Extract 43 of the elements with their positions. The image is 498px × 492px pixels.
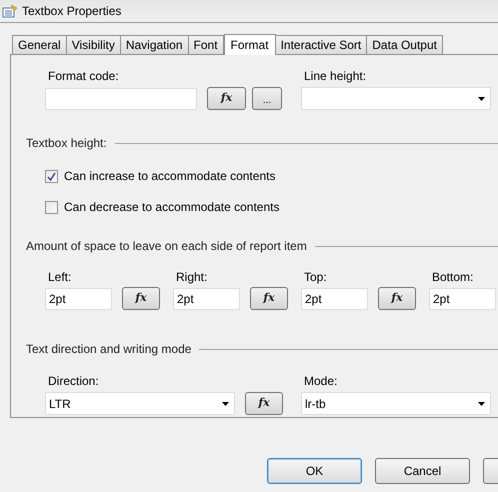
tab[interactable]: Visibility [66, 35, 121, 54]
text-field[interactable]: 2pt [45, 288, 112, 310]
dialog-button[interactable]: OK [267, 458, 362, 484]
text-field[interactable]: 2pt [173, 288, 240, 310]
field-label: Top: [303, 269, 328, 286]
checkbox-label: Can increase to accommodate contents [64, 168, 276, 185]
expression-button[interactable]: fx [245, 392, 283, 415]
field-label: Right: [175, 269, 208, 286]
text-field[interactable]: 2pt [429, 288, 496, 310]
window-title: Textbox Properties [22, 3, 122, 20]
expression-button[interactable]: fx [122, 287, 160, 310]
dropdown-arrow-icon [478, 96, 485, 100]
section-heading: Textbox height: [26, 135, 107, 152]
browse-button[interactable]: ... [252, 87, 282, 110]
properties-icon [2, 4, 18, 18]
expression-button[interactable]: fx [378, 287, 416, 310]
field-label: Direction: [47, 373, 100, 390]
checkbox[interactable] [45, 170, 58, 182]
dropdown-field[interactable]: lr-tb [301, 392, 491, 415]
section-heading: Amount of space to leave on each side of report item [26, 238, 307, 255]
tab[interactable]: Data Output [366, 35, 443, 54]
dropdown-field[interactable] [301, 87, 491, 110]
tab[interactable]: General [12, 35, 67, 54]
field-label: Mode: [303, 373, 338, 390]
tab[interactable]: Navigation [120, 35, 189, 54]
expression-button[interactable]: fx [207, 87, 246, 110]
dropdown-field[interactable]: LTR [45, 392, 235, 415]
checkbox-label: Can decrease to accommodate contents [64, 199, 280, 216]
field-label: Bottom: [431, 269, 474, 286]
tab[interactable]: Font [188, 35, 224, 54]
tab[interactable]: Format [224, 34, 276, 55]
checkbox[interactable] [45, 200, 58, 214]
field-label: Format code: [47, 68, 120, 85]
field-label: Left: [47, 269, 72, 286]
dropdown-arrow-icon [478, 402, 485, 406]
section-heading: Text direction and writing mode [26, 341, 192, 358]
expression-button[interactable]: fx [250, 287, 288, 310]
dropdown-arrow-icon [222, 402, 229, 406]
field-label: Line height: [303, 68, 368, 85]
tab[interactable]: Interactive Sort [274, 35, 368, 54]
text-field[interactable] [45, 88, 197, 110]
dialog-button[interactable]: Cancel [375, 458, 470, 484]
text-field[interactable]: 2pt [301, 288, 368, 310]
